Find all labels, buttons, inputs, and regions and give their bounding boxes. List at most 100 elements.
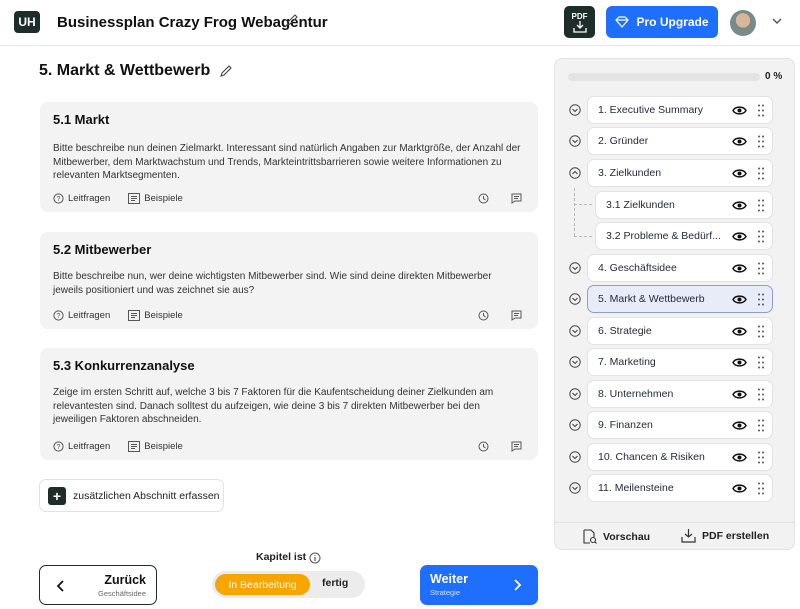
examples-link[interactable]: Beispiele [128,193,183,204]
guiding-questions-link[interactable]: ? Leitfragen [53,310,110,321]
next-button[interactable]: Weiter Strategie [420,565,538,605]
section-card-mitbewerber[interactable]: 5.2 Mitbewerber Bitte beschreibe nun, we… [40,232,538,329]
create-pdf-button[interactable]: PDF erstellen [681,529,769,543]
examples-link[interactable]: Beispiele [128,441,183,452]
sidebar-item-label: 7. Marketing [598,356,656,368]
sidebar-item-label: 2. Gründer [598,135,649,147]
eye-icon[interactable] [732,263,747,274]
drag-handle-icon[interactable] [758,135,764,148]
eye-icon[interactable] [732,105,747,116]
eye-icon[interactable] [732,389,747,400]
add-section-button[interactable]: + zusätzlichen Abschnitt erfassen [39,479,224,512]
sidebar-item-label: 10. Chancen & Risiken [598,451,705,463]
section-card-konkurrenzanalyse[interactable]: 5.3 Konkurrenzanalyse Zeige im ersten Sc… [40,348,538,460]
chevron-down-icon[interactable] [569,262,581,274]
preview-button[interactable]: Vorschau [583,529,650,544]
eye-icon[interactable] [732,357,747,368]
drag-handle-icon[interactable] [758,356,764,369]
guiding-questions-link[interactable]: ? Leitfragen [53,193,110,204]
chevron-down-icon[interactable] [569,104,581,116]
eye-icon[interactable] [732,231,747,242]
chevron-down-icon[interactable] [569,482,581,494]
sidebar-item-gruender[interactable]: 2. Gründer [587,127,773,155]
examples-link[interactable]: Beispiele [128,310,183,321]
sidebar-item-marketing[interactable]: 7. Marketing [587,348,773,376]
pro-upgrade-label: Pro Upgrade [636,15,709,29]
chevron-down-icon[interactable] [569,135,581,147]
sidebar-item-unternehmen[interactable]: 8. Unternehmen [587,380,773,408]
sidebar-item-finanzen[interactable]: 9. Finanzen [587,411,773,439]
chevron-down-icon[interactable] [569,293,581,305]
sidebar-item-strategie[interactable]: 6. Strategie [587,317,773,345]
section-title: 5.1 Markt [53,112,110,127]
eye-icon[interactable] [732,294,747,305]
chevron-up-icon[interactable] [569,167,581,179]
chevron-down-icon[interactable] [569,388,581,400]
eye-icon[interactable] [732,483,747,494]
eye-icon[interactable] [732,326,747,337]
drag-handle-icon[interactable] [758,104,764,117]
chevron-down-icon[interactable] [569,419,581,431]
comment-icon[interactable] [511,193,522,204]
pdf-download-button[interactable]: PDF [564,6,595,38]
drag-handle-icon[interactable] [758,262,764,275]
sidebar-item-meilensteine[interactable]: 11. Meilensteine [587,474,773,502]
chevron-down-icon[interactable] [569,451,581,463]
drag-handle-icon[interactable] [758,230,764,243]
chevron-down-icon[interactable] [569,356,581,368]
svg-text:?: ? [57,196,61,203]
pro-upgrade-button[interactable]: Pro Upgrade [606,6,718,38]
download-icon [572,20,587,33]
chevron-down-icon[interactable] [771,14,783,32]
comment-icon[interactable] [511,441,522,452]
drag-handle-icon[interactable] [758,325,764,338]
sidebar-item-label: 6. Strategie [598,325,652,337]
status-in-progress-option[interactable]: In Bearbeitung [215,574,310,595]
eye-icon[interactable] [732,136,747,147]
drag-handle-icon[interactable] [758,167,764,180]
history-icon[interactable] [478,193,489,204]
chapter-title: 5. Markt & Wettbewerb [39,62,211,79]
info-icon[interactable] [309,551,321,569]
drag-handle-icon[interactable] [758,388,764,401]
tree-connector [574,204,592,205]
sidebar-item-chancen-risiken[interactable]: 10. Chancen & Risiken [587,443,773,471]
drag-handle-icon[interactable] [758,199,764,212]
drag-handle-icon[interactable] [758,419,764,432]
sidebar-item-markt-wettbewerb[interactable]: 5. Markt & Wettbewerb [587,285,773,313]
user-avatar[interactable] [730,10,756,36]
sidebar-item-label: 3.1 Zielkunden [606,199,675,211]
drag-handle-icon[interactable] [758,451,764,464]
history-icon[interactable] [478,441,489,452]
sidebar-item-probleme-beduerfnisse[interactable]: 3.2 Probleme & Bedürf... [595,222,773,250]
question-circle-icon: ? [53,310,64,321]
edit-title-icon[interactable] [285,13,299,32]
comment-icon[interactable] [511,310,522,321]
chevron-down-icon[interactable] [569,325,581,337]
eye-icon[interactable] [732,168,747,179]
add-section-label: zusätzlichen Abschnitt erfassen [73,489,220,502]
back-button[interactable]: Zurück Geschäftsidee [39,565,157,605]
diamond-icon [615,16,630,28]
sidebar-item-geschaeftsidee[interactable]: 4. Geschäftsidee [587,254,773,282]
question-circle-icon: ? [53,441,64,452]
sidebar-item-zielkunden[interactable]: 3. Zielkunden [587,159,773,187]
sidebar-item-executive-summary[interactable]: 1. Executive Summary [587,96,773,124]
back-target: Geschäftsidee [98,589,146,598]
status-done-option[interactable]: fertig [322,577,348,589]
next-label: Weiter [430,572,468,586]
drag-handle-icon[interactable] [758,293,764,306]
chapter-status-label: Kapitel ist [256,551,307,563]
history-icon[interactable] [478,310,489,321]
guiding-questions-link[interactable]: ? Leitfragen [53,441,110,452]
edit-chapter-icon[interactable] [219,64,233,83]
chapter-status-toggle[interactable]: In Bearbeitung fertig [212,571,365,598]
app-logo[interactable]: UH [14,11,40,33]
eye-icon[interactable] [732,452,747,463]
eye-icon[interactable] [732,420,747,431]
drag-handle-icon[interactable] [758,482,764,495]
sidebar-item-zielkunden-sub[interactable]: 3.1 Zielkunden [595,191,773,219]
section-card-markt[interactable]: 5.1 Markt Bitte beschreibe nun deinen Zi… [40,102,538,212]
eye-icon[interactable] [732,200,747,211]
document-icon [128,441,141,452]
